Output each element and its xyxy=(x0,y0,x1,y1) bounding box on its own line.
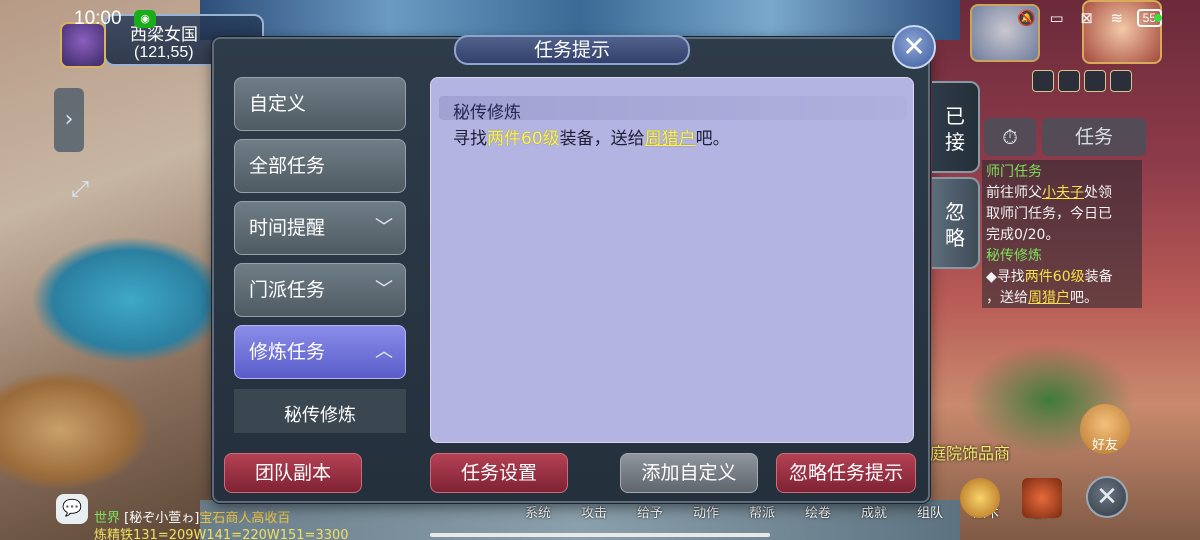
dialog-title: 任务提示 xyxy=(454,35,690,65)
task-description: 寻找两件60级装备，送给周猎户吧。 xyxy=(453,129,730,149)
menu-attack[interactable]: 攻击 xyxy=(566,502,622,521)
wechat-icon: ◉ xyxy=(134,10,156,28)
tracker-sect-line1: 前往师父小夫子处领 xyxy=(986,185,1112,201)
location-coords: (121,55) xyxy=(134,44,194,61)
friends-button[interactable]: 好友 xyxy=(1080,404,1130,454)
status-bar: 10:00 ◉ 🔕 ▭ ⊠ ≋ 55 xyxy=(0,0,1200,38)
tracker-sect-title[interactable]: 师门任务 xyxy=(986,162,1138,183)
task-npc-link[interactable]: 周猎户 xyxy=(645,129,696,149)
menu-system[interactable]: 系统 xyxy=(510,502,566,521)
menu-achievement[interactable]: 成就 xyxy=(846,502,902,521)
fullscreen-icon[interactable]: ⤢ xyxy=(60,170,100,210)
tracker-secret-line2: ，送给周猎户吧。 xyxy=(986,290,1098,306)
chat-icon[interactable]: 💬 xyxy=(56,494,88,524)
chevron-down-icon: ﹀ xyxy=(375,279,393,300)
tracker-npc-link[interactable]: 周猎户 xyxy=(1028,290,1070,306)
chevron-down-icon: ﹀ xyxy=(375,217,393,238)
task-title: 秘传修炼 xyxy=(453,103,521,123)
sidebar-item-label: 修炼任务 xyxy=(249,341,326,363)
spell-bell-icon[interactable] xyxy=(960,478,1000,518)
wifi-icon: ≋ xyxy=(1110,9,1123,27)
tracker-secret-title[interactable]: 秘传修炼 xyxy=(986,246,1138,267)
tracker-sect-line2: 取师门任务，今日已 xyxy=(986,206,1112,222)
sidebar-item-time-reminder[interactable]: 时间提醒 ﹀ xyxy=(234,201,406,255)
home-indicator[interactable] xyxy=(430,533,770,537)
chevron-up-icon: ︿ xyxy=(375,341,393,362)
expand-arrow-icon[interactable]: › xyxy=(54,88,84,152)
collapse-menu-close-icon[interactable]: ✕ xyxy=(1086,476,1128,518)
buff-row xyxy=(1032,70,1132,92)
sidebar-item-label: 门派任务 xyxy=(249,279,326,301)
buff-icon[interactable] xyxy=(1058,70,1080,92)
sidebar-item-label: 自定义 xyxy=(249,93,307,115)
task-hint-dialog: 任务提示 自定义 全部任务 时间提醒 ﹀ 门派任务 ﹀ 修炼任务 ︿ 秘传修炼 秘传修… xyxy=(212,35,980,503)
menu-guild[interactable]: 帮派 xyxy=(734,502,790,521)
ignore-task-hint-button[interactable]: 忽略任务提示 xyxy=(776,453,916,493)
task-detail-panel: 秘传修炼 寻找两件60级装备，送给周猎户吧。 xyxy=(430,77,914,443)
sim-off-icon: ⊠ xyxy=(1080,9,1093,27)
sidebar-item-all-tasks[interactable]: 全部任务 xyxy=(234,139,406,193)
charging-dot-icon xyxy=(1154,14,1162,22)
buff-icon[interactable] xyxy=(1032,70,1054,92)
npc-shop-label[interactable]: 庭院饰品商 xyxy=(930,440,1010,464)
item-chest-icon[interactable] xyxy=(1022,478,1062,518)
chat-message-cont: 炼精铁131=209W141=220W151=3300 xyxy=(94,528,349,540)
screen-cast-icon: ▭ xyxy=(1049,9,1064,27)
tracker-tabs: ⏱ 任务 xyxy=(984,118,1146,156)
clock-icon[interactable]: ⏱ xyxy=(984,118,1036,156)
sidebar-subitem-secret-training[interactable]: 秘传修炼 xyxy=(234,389,406,433)
task-category-sidebar: 自定义 全部任务 时间提醒 ﹀ 门派任务 ﹀ 修炼任务 ︿ 秘传修炼 xyxy=(234,77,408,433)
tab-accepted[interactable]: 已接 xyxy=(932,81,980,173)
menu-give[interactable]: 给予 xyxy=(622,502,678,521)
dialog-action-bar: 团队副本 任务设置 添加自定义 忽略任务提示 xyxy=(214,453,932,497)
status-time: 10:00 xyxy=(74,8,122,29)
tab-accepted-label: 已接 xyxy=(945,104,965,154)
mute-icon: 🔕 xyxy=(1017,9,1036,27)
menu-scroll[interactable]: 绘卷 xyxy=(790,502,846,521)
add-custom-button[interactable]: 添加自定义 xyxy=(620,453,758,493)
tracker-sect-line3: 完成0/20。 xyxy=(986,227,1060,243)
task-settings-button[interactable]: 任务设置 xyxy=(430,453,568,493)
sidebar-item-label: 时间提醒 xyxy=(249,217,326,239)
sidebar-item-label: 全部任务 xyxy=(249,155,326,177)
sidebar-item-training-tasks[interactable]: 修炼任务 ︿ xyxy=(234,325,406,379)
buff-icon[interactable] xyxy=(1084,70,1106,92)
game-scene-left xyxy=(0,0,230,540)
menu-action[interactable]: 动作 xyxy=(678,502,734,521)
buff-icon[interactable] xyxy=(1110,70,1132,92)
team-dungeon-button[interactable]: 团队副本 xyxy=(224,453,362,493)
sidebar-item-sect-tasks[interactable]: 门派任务 ﹀ xyxy=(234,263,406,317)
task-item-highlight: 两件60级 xyxy=(487,129,560,149)
tracker-npc-link[interactable]: 小夫子 xyxy=(1042,185,1084,201)
task-tracker-panel[interactable]: 师门任务 前往师父小夫子处领 取师门任务，今日已 完成0/20。 秘传修炼 ◆寻… xyxy=(982,160,1142,308)
sidebar-item-custom[interactable]: 自定义 xyxy=(234,77,406,131)
tab-ignored-label: 忽略 xyxy=(945,200,965,250)
menu-team[interactable]: 组队 xyxy=(902,502,958,521)
tab-ignored[interactable]: 忽略 xyxy=(932,177,980,269)
tracker-secret-line1: ◆寻找两件60级装备 xyxy=(986,269,1113,285)
tracker-task-tab[interactable]: 任务 xyxy=(1042,118,1146,156)
